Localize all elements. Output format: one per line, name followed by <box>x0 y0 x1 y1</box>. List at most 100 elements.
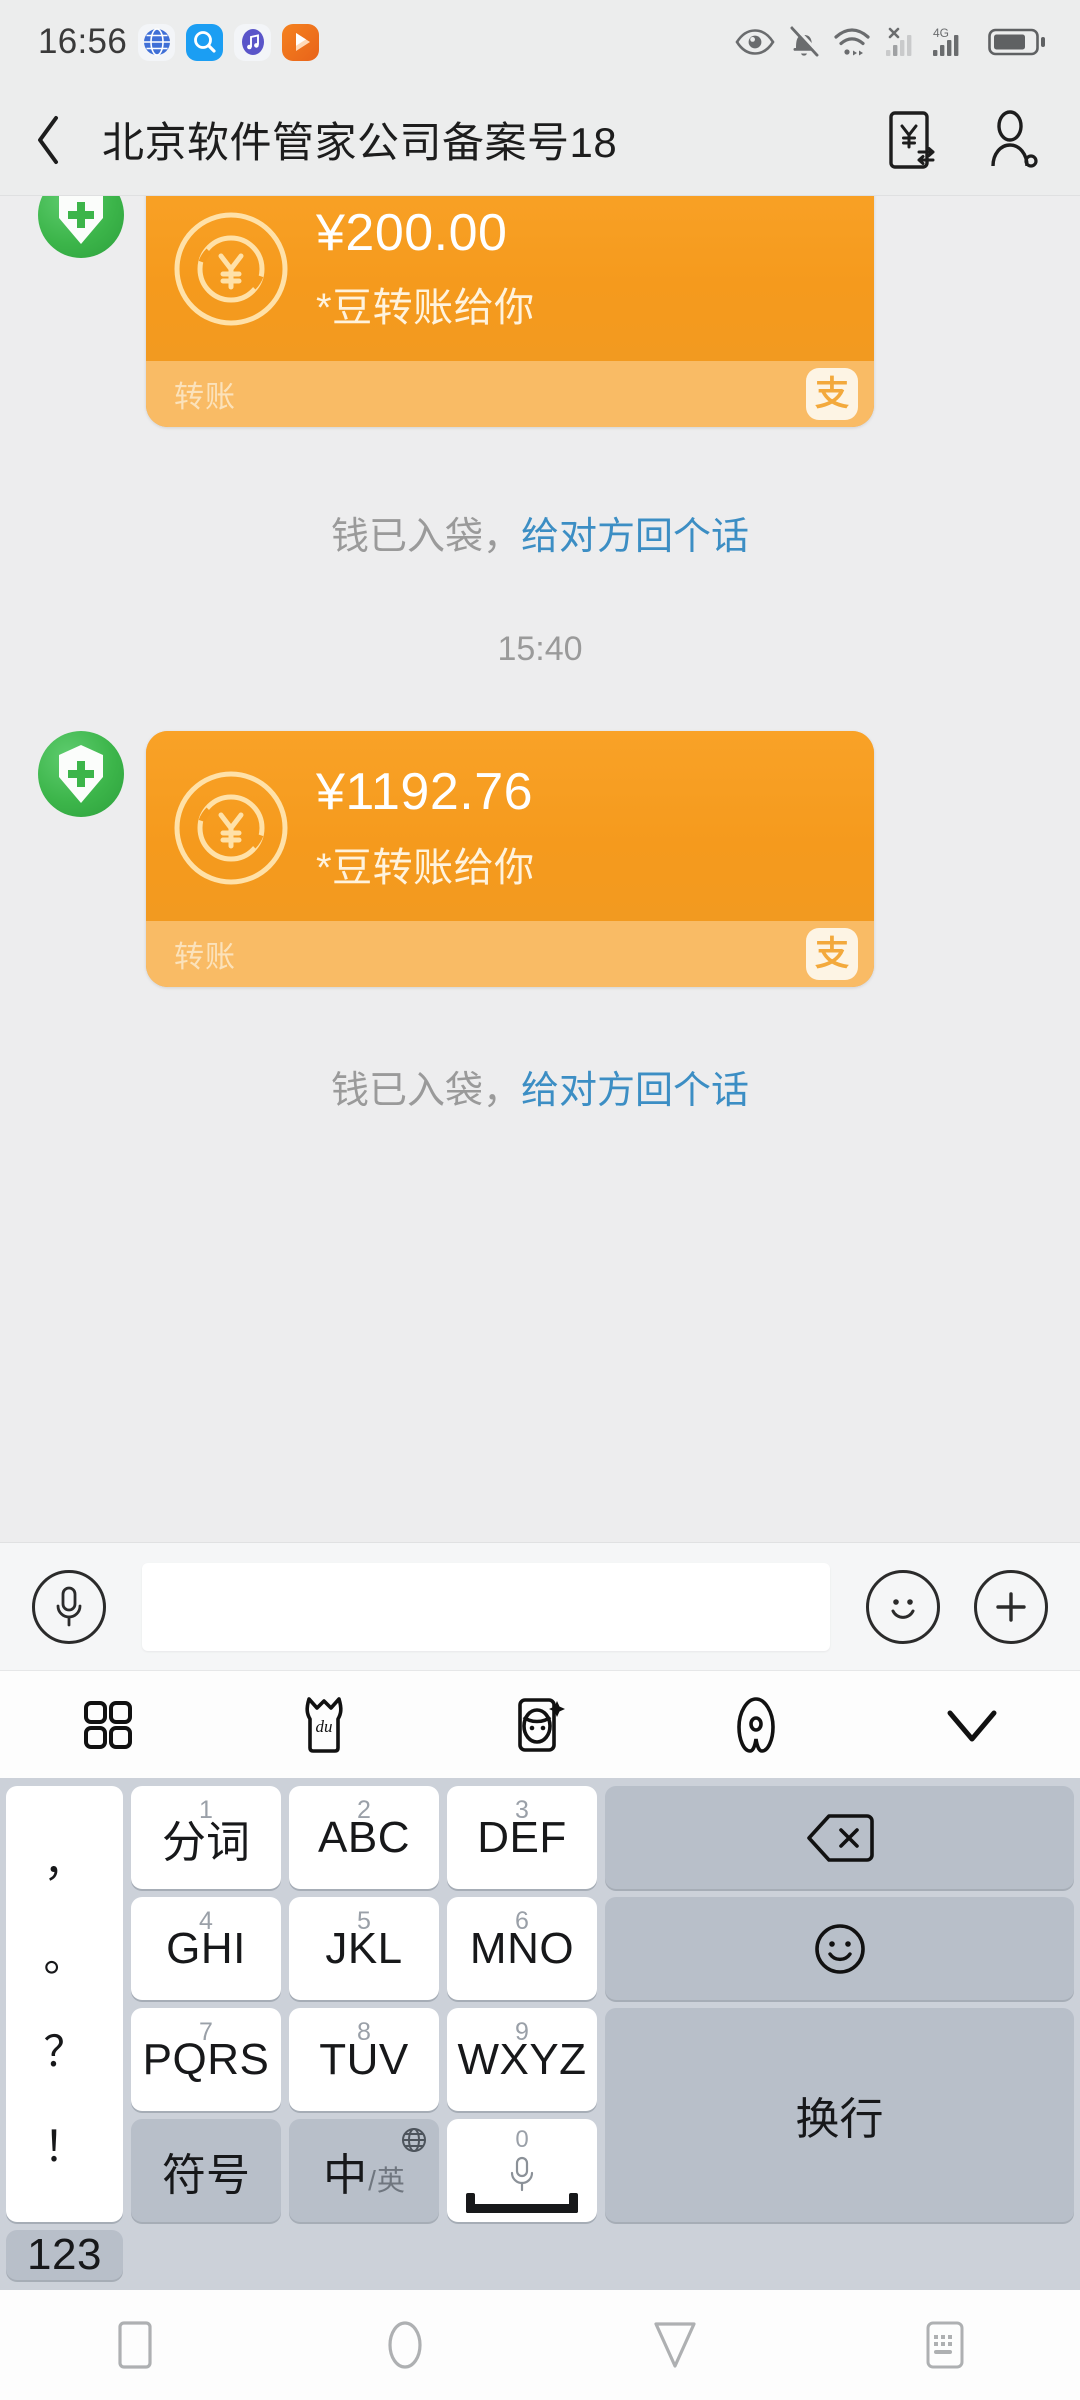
transfer-card-footer: 转账 支 <box>146 361 874 428</box>
key-1[interactable]: 1 分词 <box>131 1786 281 1889</box>
message-timestamp: 15:40 <box>0 630 1080 669</box>
reply-link[interactable]: 给对方回个话 <box>521 1059 749 1114</box>
plus-icon <box>996 1591 1026 1622</box>
key-7[interactable]: 7 PQRS <box>131 2008 281 2111</box>
bell-muted-icon <box>788 25 820 59</box>
key-space[interactable]: 0 <box>447 2119 597 2222</box>
alipay-brand-text: 支 <box>815 375 849 414</box>
key-6[interactable]: 6 MNO <box>447 1897 597 2000</box>
key-punctuation[interactable]: ， 。 ？ ！ <box>6 1786 123 2222</box>
sticker-face-icon[interactable] <box>432 1695 648 1755</box>
yuan-circle-icon <box>146 202 316 328</box>
key-emoji[interactable] <box>605 1897 1074 2000</box>
transfer-card[interactable]: ¥200.00 *豆转账给你 转账 支 <box>146 196 874 428</box>
avatar[interactable] <box>38 196 124 258</box>
globe-icon <box>401 2127 427 2158</box>
key-language-toggle[interactable]: 中 / 英 <box>289 2119 439 2222</box>
back-button[interactable] <box>34 110 88 170</box>
key-language-label: 中 / 英 <box>323 2139 405 2203</box>
key-punct-question: ？ <box>43 2027 86 2075</box>
reply-link[interactable]: 给对方回个话 <box>521 505 749 560</box>
receipt-hint: 钱已入袋， 给对方回个话 <box>0 1059 1080 1114</box>
message-input[interactable] <box>142 1562 830 1651</box>
yuan-transfer-icon[interactable] <box>884 109 942 171</box>
home-button[interactable] <box>270 2320 540 2370</box>
smiley-icon <box>891 1598 915 1619</box>
lang-secondary: 英 <box>376 2164 405 2196</box>
key-1-number: 1 <box>199 1796 213 1824</box>
microphone-icon <box>56 1586 82 1626</box>
key-enter-label: 换行 <box>795 2095 884 2144</box>
transfer-card-body: ¥200.00 *豆转账给你 <box>146 196 874 362</box>
transfer-card-text: ¥1192.76 *豆转账给你 <box>316 761 561 894</box>
alipay-brand-icon: 支 <box>806 927 858 980</box>
transfer-card[interactable]: ¥1192.76 *豆转账给你 转账 支 <box>146 731 874 987</box>
key-2-number: 2 <box>357 1796 371 1824</box>
key-4-number: 4 <box>199 1907 213 1935</box>
key-5-number: 5 <box>357 1907 371 1935</box>
microphone-icon <box>510 2156 534 2192</box>
du-mascot-icon[interactable]: du <box>216 1694 432 1756</box>
key-3[interactable]: 3 DEF <box>447 1786 597 1889</box>
key-punct-exclaim: ！ <box>43 2122 86 2170</box>
eye-icon <box>735 28 775 56</box>
key-8[interactable]: 8 TUV <box>289 2008 439 2111</box>
phone-screen: 16:56 4G 北京软件管家公司备案号18 ¥200.00 *豆转账给你 转账… <box>0 0 1080 2400</box>
search-app-icon <box>186 23 224 61</box>
key-space-number: 0 <box>515 2126 529 2153</box>
keyboard-grid-icon[interactable] <box>0 1698 216 1752</box>
key-backspace[interactable] <box>605 1786 1074 1889</box>
keyboard-toolbar: du <box>0 1670 1080 1778</box>
system-nav-bar <box>0 2290 1080 2400</box>
svg-text:4G: 4G <box>933 26 949 40</box>
recents-button[interactable] <box>0 2321 270 2369</box>
emoji-button[interactable] <box>866 1569 940 1644</box>
more-options-button[interactable] <box>974 1569 1048 1644</box>
key-enter[interactable]: 换行 <box>605 2008 1074 2222</box>
status-clock: 16:56 <box>38 22 128 61</box>
key-punct-comma: ， <box>43 1837 86 1885</box>
status-bar-left: 16:56 <box>38 22 320 62</box>
back-button[interactable] <box>540 2321 810 2369</box>
status-bar-right: 4G <box>735 25 1046 59</box>
key-symbols[interactable]: 符号 <box>131 2119 281 2222</box>
avatar[interactable] <box>38 731 124 818</box>
chat-message-list[interactable]: ¥200.00 *豆转账给你 转账 支 钱已入袋， 给对方回个话 15:40 ¥… <box>0 196 1080 1542</box>
transfer-amount: ¥1192.76 <box>316 763 534 822</box>
video-app-icon <box>282 23 320 61</box>
signal-no-service-icon <box>884 26 918 58</box>
key-2[interactable]: 2 ABC <box>289 1786 439 1889</box>
key-5[interactable]: 5 JKL <box>289 1897 439 2000</box>
alipay-brand-text: 支 <box>815 934 849 973</box>
music-app-icon <box>234 23 272 61</box>
key-numeric[interactable]: 123 <box>6 2230 123 2280</box>
backspace-icon <box>806 1813 874 1862</box>
battery-icon <box>988 27 1046 57</box>
keyboard: ， 。 ？ ！ 1 分词 2 ABC 3 DEF 4 GHI 5 JKL 6 M… <box>0 1778 1080 2290</box>
lang-slash: / <box>368 2164 376 2196</box>
key-8-number: 8 <box>357 2018 371 2046</box>
key-4[interactable]: 4 GHI <box>131 1897 281 2000</box>
voice-input-button[interactable] <box>32 1569 106 1644</box>
key-3-number: 3 <box>515 1796 529 1824</box>
smiley-icon <box>814 1923 865 1974</box>
wifi-icon <box>833 26 871 58</box>
collapse-keyboard-icon[interactable] <box>864 1705 1080 1745</box>
transfer-description: *豆转账给你 <box>316 845 535 890</box>
svg-text:du: du <box>316 1717 333 1736</box>
app-header: 北京软件管家公司备案号18 <box>0 84 1080 196</box>
receipt-hint-text: 钱已入袋， <box>330 1069 521 1112</box>
alipay-brand-icon: 支 <box>806 368 858 421</box>
space-bar-glyph <box>466 2193 578 2213</box>
key-symbols-label: 符号 <box>162 2150 250 2200</box>
contact-person-icon[interactable] <box>984 109 1042 171</box>
hide-keyboard-button[interactable] <box>810 2321 1080 2369</box>
input-bar-actions <box>866 1569 1048 1644</box>
globe-app-icon <box>138 23 176 61</box>
baidu-logo-icon[interactable] <box>648 1695 864 1755</box>
timestamp-text: 15:40 <box>497 630 583 669</box>
key-punct-period: 。 <box>43 1932 86 1980</box>
key-9[interactable]: 9 WXYZ <box>447 2008 597 2111</box>
transfer-type-label: 转账 <box>174 381 236 415</box>
transfer-amount: ¥200.00 <box>316 204 508 262</box>
